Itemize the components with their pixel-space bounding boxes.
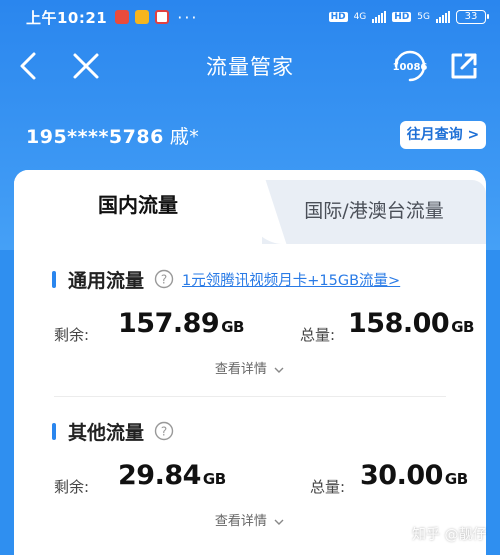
share-icon[interactable]: [448, 50, 480, 82]
chevron-left-icon[interactable]: [14, 50, 42, 82]
status-time: 上午10:21: [26, 8, 108, 27]
section-title: 其他流量: [68, 421, 145, 444]
data-usage-card: 国际/港澳台流量 国内流量 通用流量 ? 1元领腾讯视频月卡+15GB流量> 剩…: [14, 170, 486, 555]
section-accent-bar: [52, 423, 56, 440]
nav-bar: 流量管家 10086: [0, 38, 500, 94]
view-details-link[interactable]: 查看详情: [14, 356, 486, 384]
status-indicators: HD 4G HD 5G 33: [328, 10, 489, 24]
other-data-section: 其他流量 ? 剩余: 29.84 GB 总量: 30.00 GB 查看详情: [14, 416, 486, 536]
notification-app-icon: [115, 10, 130, 24]
total-unit: GB: [444, 470, 468, 488]
section-title: 通用流量: [68, 269, 145, 292]
remaining-unit: GB: [202, 470, 226, 488]
status-app-icons: [115, 10, 170, 24]
section-divider: [54, 396, 446, 397]
battery-icon: 33: [456, 10, 489, 24]
more-notifications-icon: ···: [177, 7, 199, 27]
monthly-query-button[interactable]: 往月查询 >: [400, 121, 486, 149]
tab-domestic[interactable]: 国内流量: [14, 170, 262, 244]
section-header: 通用流量 ? 1元领腾讯视频月卡+15GB流量>: [14, 264, 486, 294]
total-value: 30.00: [360, 460, 443, 491]
remaining-value: 29.84: [118, 460, 201, 491]
network-4g-label: 4G: [353, 12, 367, 22]
remaining-label: 剩余:: [54, 326, 90, 344]
remaining-amount: 29.84 GB: [118, 460, 226, 491]
amount-row: 剩余: 157.89 GB 总量: 158.00 GB: [14, 304, 486, 356]
chevron-down-icon: [274, 519, 284, 525]
signal-icon: [372, 11, 387, 23]
service-number-label: 10086: [393, 62, 428, 73]
watermark-text: 知乎 @靓仔: [412, 527, 487, 543]
status-bar: 上午10:21 ··· HD 4G HD 5G 33: [0, 0, 500, 34]
total-label: 总量:: [310, 478, 346, 496]
tab-bar: 国际/港澳台流量 国内流量: [14, 170, 486, 244]
remaining-unit: GB: [221, 318, 244, 336]
total-label: 总量:: [300, 326, 336, 344]
hd-badge: HD: [328, 12, 348, 22]
signal-icon: [436, 11, 450, 23]
notification-app-icon: [155, 10, 170, 24]
close-icon[interactable]: [70, 50, 102, 82]
network-5g-label: 5G: [417, 12, 430, 22]
account-phone-number: 195****5786 戚*: [26, 122, 199, 149]
svg-text:?: ?: [161, 273, 167, 287]
total-unit: GB: [451, 318, 474, 336]
phone-10086-icon[interactable]: 10086: [390, 46, 430, 86]
general-data-section: 通用流量 ? 1元领腾讯视频月卡+15GB流量> 剩余: 157.89 GB 总量…: [14, 264, 486, 384]
total-value: 158.00: [348, 308, 450, 339]
question-circle-icon[interactable]: ?: [154, 269, 174, 289]
phone-number: 195****5786: [26, 126, 164, 148]
remaining-amount: 157.89 GB: [118, 308, 244, 339]
question-circle-icon[interactable]: ?: [154, 421, 174, 441]
section-accent-bar: [52, 271, 56, 288]
account-holder-name: 戚*: [169, 126, 200, 148]
amount-row: 剩余: 29.84 GB 总量: 30.00 GB: [14, 456, 486, 508]
hd-badge: HD: [392, 12, 412, 22]
remaining-label: 剩余:: [54, 478, 90, 496]
tab-international[interactable]: 国际/港澳台流量: [262, 180, 486, 244]
chevron-down-icon: [274, 367, 284, 373]
total-amount: 158.00 GB: [348, 308, 474, 339]
view-details-label: 查看详情: [214, 362, 267, 377]
remaining-value: 157.89: [118, 308, 220, 339]
notification-app-icon: [135, 10, 150, 24]
promo-link[interactable]: 1元领腾讯视频月卡+15GB流量>: [182, 269, 400, 290]
total-amount: 30.00 GB: [360, 460, 468, 491]
svg-text:?: ?: [161, 425, 167, 439]
view-details-label: 查看详情: [214, 514, 267, 529]
section-header: 其他流量 ?: [14, 416, 486, 446]
